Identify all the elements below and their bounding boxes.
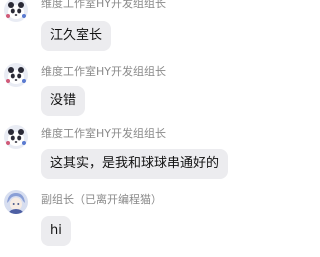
avatar[interactable] <box>4 190 28 214</box>
chat-message-list[interactable]: 维度工作室HY开发组组长 江久室长 维度工作室HY开发组组长 没错 维度工作室H… <box>0 0 252 257</box>
sender-name: 维度工作室HY开发组组长 <box>41 127 166 140</box>
message-bubble[interactable]: hi <box>41 216 71 246</box>
message-bubble[interactable]: 没错 <box>41 86 86 116</box>
sender-name: 维度工作室HY开发组组长 <box>41 65 166 78</box>
panda-icon <box>4 125 28 149</box>
message-bubble[interactable]: 这其实，是我和球球串通好的 <box>41 149 229 179</box>
chat-message: 副组长（已离开编程猫） hi <box>0 190 252 252</box>
sender-name: 副组长（已离开编程猫） <box>41 193 162 206</box>
panda-icon <box>4 63 28 87</box>
avatar[interactable] <box>4 0 28 22</box>
chat-message: 维度工作室HY开发组组长 没错 <box>0 63 252 119</box>
message-bubble[interactable]: 江久室长 <box>41 21 112 51</box>
chat-message: 维度工作室HY开发组组长 江久室长 <box>0 0 252 60</box>
anime-character-icon <box>4 190 28 214</box>
avatar[interactable] <box>4 63 28 87</box>
chat-message: 维度工作室HY开发组组长 这其实，是我和球球串通好的 <box>0 125 252 183</box>
panda-icon <box>4 0 28 22</box>
sender-name: 维度工作室HY开发组组长 <box>41 0 166 10</box>
avatar[interactable] <box>4 125 28 149</box>
